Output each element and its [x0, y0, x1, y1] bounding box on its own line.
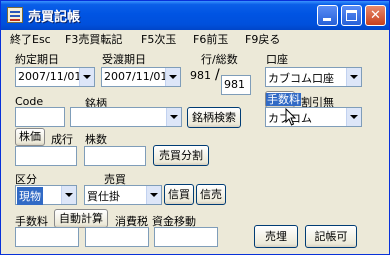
maximize-icon	[346, 10, 357, 21]
contract-date-value: 2007/11/01	[18, 70, 82, 83]
account-value: カブコム口座	[268, 72, 334, 85]
trade-value: 買仕掛	[87, 190, 120, 203]
window-title: 売買記帳	[28, 10, 81, 25]
record-button[interactable]: 記帳可	[305, 225, 357, 248]
division-select[interactable]: 現物	[15, 185, 77, 205]
line-total-label: 行/総数	[201, 53, 238, 66]
menu-next-item[interactable]: F5次玉	[141, 31, 176, 47]
fee-button[interactable]: 手数料	[265, 91, 301, 108]
maximize-button[interactable]	[341, 5, 362, 26]
stock-name-select[interactable]	[70, 107, 182, 127]
quantity-input[interactable]	[84, 146, 146, 166]
credit-sell-button[interactable]: 信売	[196, 184, 226, 205]
trade-select[interactable]: 買仕掛	[84, 185, 162, 205]
trade-close-button[interactable]: 売埋	[254, 225, 298, 248]
split-trade-button[interactable]: 売買分割	[153, 145, 209, 166]
menu-trade-transfer[interactable]: F3売買転記	[65, 31, 122, 47]
delivery-date-select[interactable]: 2007/11/01	[101, 67, 181, 87]
chevron-down-icon[interactable]	[166, 108, 181, 126]
app-icon	[7, 7, 23, 23]
line-separator: /	[215, 67, 220, 83]
auto-calc-button[interactable]: 自動計算	[54, 209, 108, 228]
minimize-icon	[323, 18, 331, 21]
menu-prev-item[interactable]: F6前玉	[193, 31, 228, 47]
close-icon: ✕	[370, 8, 381, 23]
fund-transfer-input[interactable]	[154, 227, 218, 247]
chevron-down-icon[interactable]	[165, 68, 180, 86]
contract-date-label: 約定期日	[15, 53, 59, 66]
title-bar[interactable]: 売買記帳 ✕	[1, 1, 389, 30]
delivery-date-value: 2007/11/01	[104, 70, 168, 83]
price-mode-button[interactable]: 株価	[15, 128, 45, 146]
chevron-down-icon[interactable]	[346, 108, 361, 126]
chevron-down-icon[interactable]	[79, 68, 94, 86]
code-input[interactable]	[15, 107, 65, 127]
line-current-field: 981	[190, 69, 211, 82]
credit-buy-button[interactable]: 信買	[164, 184, 194, 205]
close-button[interactable]: ✕	[365, 5, 386, 26]
chevron-down-icon[interactable]	[146, 186, 161, 204]
division-value: 現物	[17, 187, 43, 205]
menu-exit[interactable]: 終了Esc	[10, 31, 51, 47]
commission-input[interactable]	[15, 227, 79, 247]
minimize-button[interactable]	[317, 5, 338, 26]
contract-date-select[interactable]: 2007/11/01	[15, 67, 95, 87]
price-input[interactable]	[15, 146, 77, 166]
trade-log-window: 売買記帳 ✕ 終了Esc F3売買転記 F5次玉 F6前玉 F9戻る 約定期日 …	[0, 0, 390, 255]
mouse-pointer-icon	[285, 108, 297, 126]
menu-back[interactable]: F9戻る	[245, 31, 280, 47]
account-label: 口座	[266, 53, 288, 66]
quantity-label: 株数	[85, 133, 107, 146]
account-select[interactable]: カブコム口座	[265, 67, 362, 87]
chevron-down-icon[interactable]	[346, 68, 361, 86]
executed-label[interactable]: 成行	[51, 131, 73, 147]
line-total-field: 981	[221, 75, 251, 95]
delivery-date-label: 受渡期日	[102, 53, 146, 66]
stock-search-button[interactable]: 銘柄検索	[187, 107, 241, 128]
broker-select[interactable]: カブコム	[265, 107, 362, 127]
menu-bar: 終了Esc F3売買転記 F5次玉 F6前玉 F9戻る	[1, 30, 389, 47]
chevron-down-icon[interactable]	[61, 186, 76, 204]
consumption-tax-input[interactable]	[85, 227, 149, 247]
